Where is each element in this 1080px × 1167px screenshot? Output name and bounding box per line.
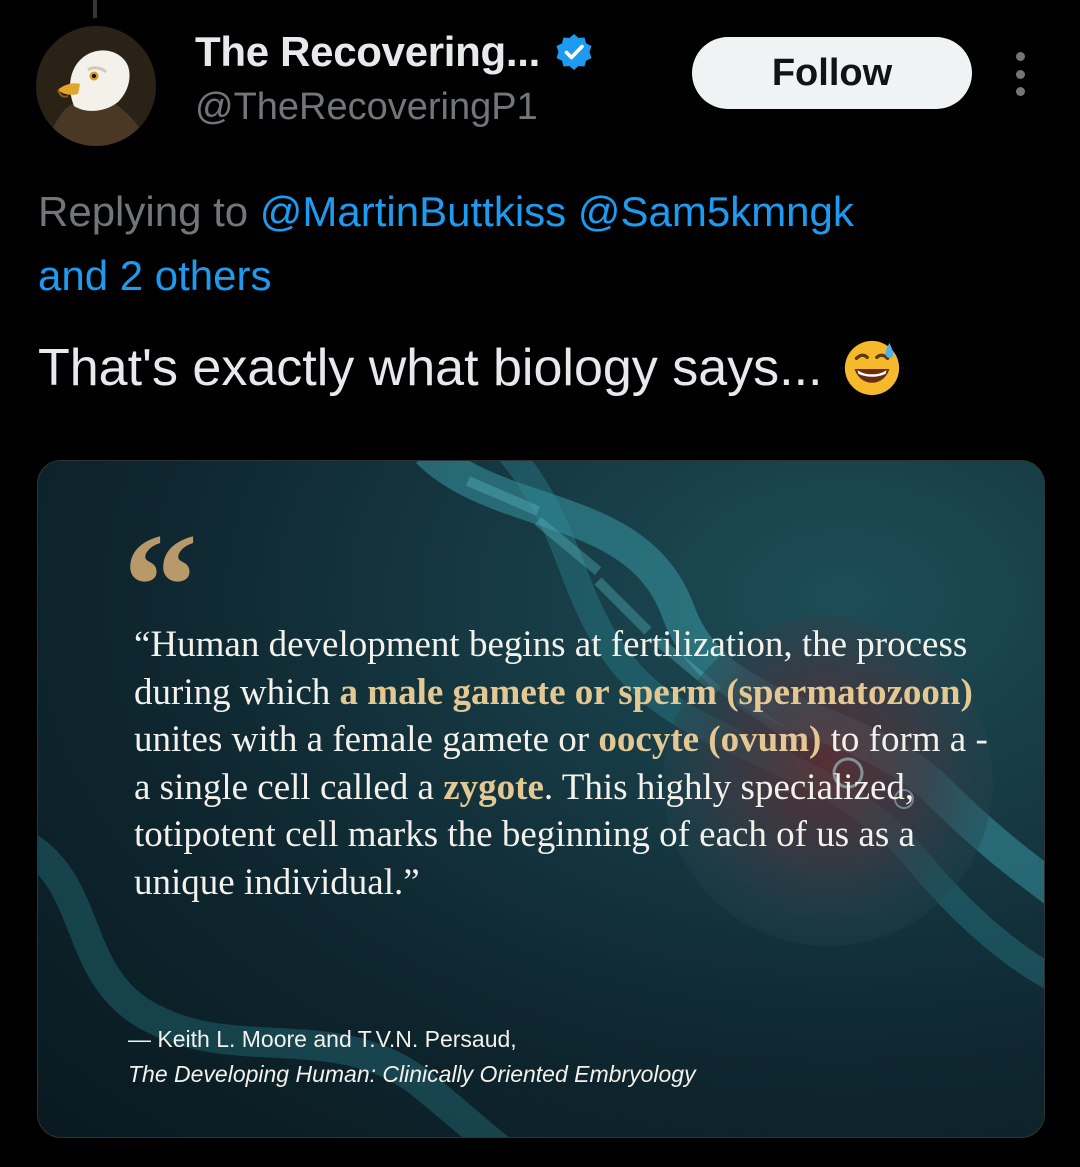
quote-highlight: a male gamete or sperm (spermatozoon) [339,671,973,713]
others-link[interactable]: and 2 others [38,252,272,299]
display-name[interactable]: The Recovering... [195,28,540,76]
quote-highlight: zygote [443,766,544,808]
replying-to-label: Replying to [38,188,249,235]
quote-segment: unites with a female gamete or [134,719,599,760]
book-title: The Developing Human: Clinically Oriente… [128,1061,696,1087]
avatar[interactable] [36,26,156,146]
more-vertical-icon[interactable] [1004,52,1036,96]
verified-badge-icon [556,34,592,70]
tweet-body: That's exactly what biology says... [38,339,823,397]
quote-highlight: oocyte (ovum) [598,719,822,760]
reply-context: Replying to @MartinButtkiss @Sam5kmngk a… [38,180,1048,308]
media-image[interactable]: “ “Human development begins at fertiliza… [37,460,1045,1138]
mention-link[interactable]: @Sam5kmngk [578,188,854,235]
quote-text: “Human development begins at fertilizati… [134,621,994,906]
quote-attribution: — Keith L. Moore and T.V.N. Persaud, [128,1026,517,1052]
author-handle[interactable]: @TheRecoveringP1 [195,86,538,129]
mention-link[interactable]: @MartinButtkiss [260,188,566,235]
follow-button[interactable]: Follow [692,37,972,109]
bald-eagle-icon [36,26,156,146]
grinning-face-with-sweat-icon [844,340,899,396]
author-name-row[interactable]: The Recovering... [195,24,594,80]
more-dot [1015,52,1025,61]
thread-connector-line [93,0,97,18]
more-dot [1015,87,1025,96]
tweet-text: That's exactly what biology says... [38,334,1048,402]
more-dot [1015,69,1025,79]
